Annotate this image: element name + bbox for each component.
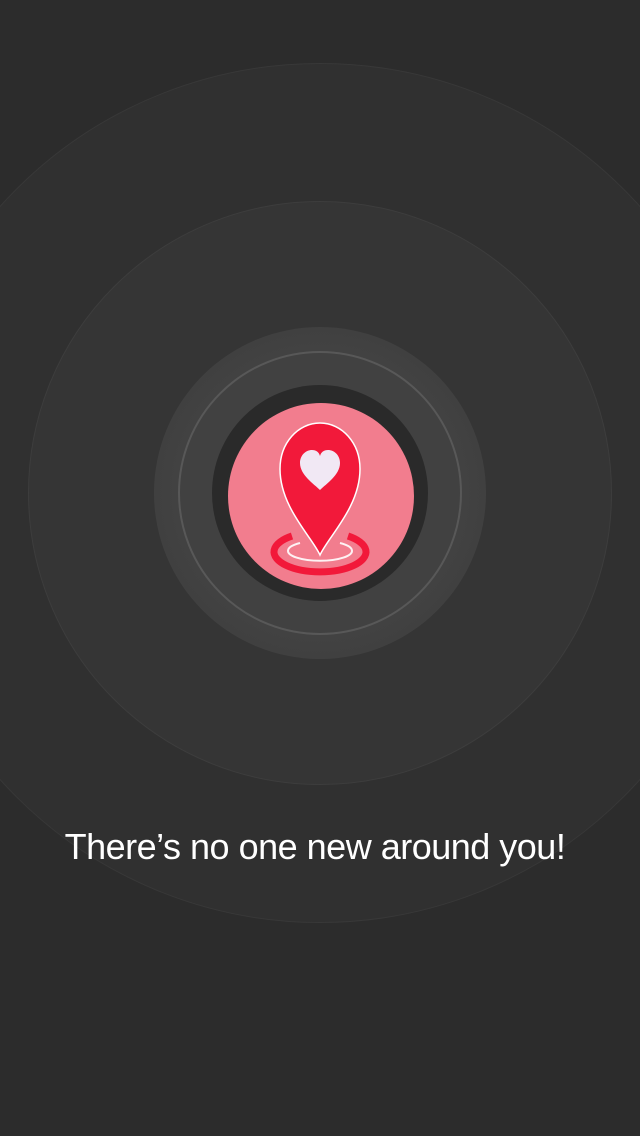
empty-state-message: There’s no one new around you!: [64, 826, 566, 867]
location-heart-button[interactable]: [228, 403, 414, 589]
radar-screen: There’s no one new around you!: [0, 0, 640, 1136]
location-heart-pin-icon: [270, 422, 370, 576]
